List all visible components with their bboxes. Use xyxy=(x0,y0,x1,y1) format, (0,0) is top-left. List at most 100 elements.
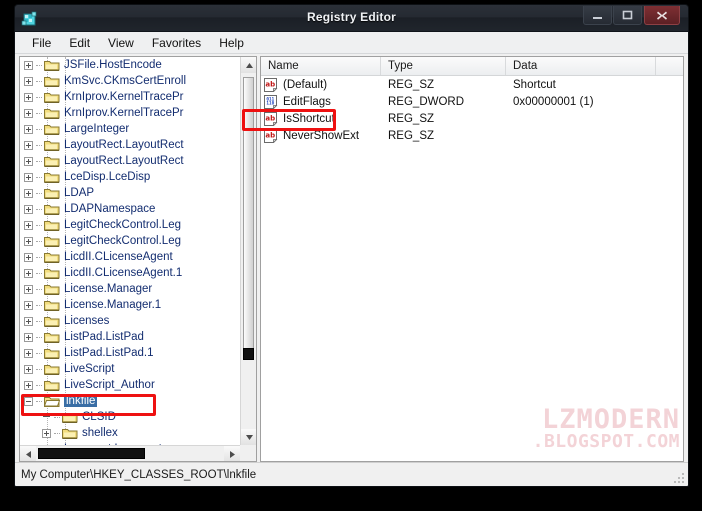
folder-icon xyxy=(44,187,60,200)
title-bar[interactable]: Registry Editor xyxy=(15,5,688,32)
expand-plus-icon[interactable] xyxy=(42,428,51,438)
tree-item-legitcheckcontrol-leg[interactable]: LegitCheckControl.Leg xyxy=(20,233,240,249)
registry-editor-window: Registry Editor File Edit View Favorites… xyxy=(14,4,689,487)
tree-item-krniprov-kerneltracepr[interactable]: KrnIprov.KernelTracePr xyxy=(20,89,240,105)
folder-icon xyxy=(44,91,60,104)
column-header-type[interactable]: Type xyxy=(381,57,506,75)
tree-item-legitcheckcontrol-leg[interactable]: LegitCheckControl.Leg xyxy=(20,217,240,233)
close-button[interactable] xyxy=(644,6,680,25)
expand-plus-icon[interactable] xyxy=(24,268,33,278)
tree-item-licdii-clicenseagent[interactable]: LicdII.CLicenseAgent xyxy=(20,249,240,265)
value-name-cell: ab (Default) xyxy=(261,77,381,92)
tree-item-clsid[interactable]: CLSID xyxy=(20,409,240,425)
folder-open-icon xyxy=(44,395,60,408)
expand-plus-icon[interactable] xyxy=(24,140,33,150)
column-header-blank[interactable] xyxy=(656,57,683,75)
tree-item-label: KrnIprov.KernelTracePr xyxy=(64,107,184,119)
value-row[interactable]: ab (Default) REG_SZ Shortcut xyxy=(261,76,683,93)
collapse-minus-icon[interactable] xyxy=(24,396,33,406)
tree-item-licdii-clicenseagent-1[interactable]: LicdII.CLicenseAgent.1 xyxy=(20,265,240,281)
scroll-left-arrow[interactable] xyxy=(20,446,36,461)
expand-plus-icon[interactable] xyxy=(24,252,33,262)
folder-icon xyxy=(44,283,60,296)
tree-item-jsfile-hostencode[interactable]: JSFile.HostEncode xyxy=(20,57,240,73)
expand-plus-icon[interactable] xyxy=(24,332,33,342)
tree-item-largeinteger[interactable]: LargeInteger xyxy=(20,121,240,137)
menu-item-file[interactable]: File xyxy=(23,34,60,52)
values-list[interactable]: ab (Default) REG_SZ Shortcut 011 110 EditFlags… xyxy=(261,76,683,144)
tree-connector xyxy=(36,144,42,146)
tree-item-license-manager[interactable]: License.Manager xyxy=(20,281,240,297)
scrollbar-corner xyxy=(240,445,256,461)
tree-item-krniprov-kerneltracepr[interactable]: KrnIprov.KernelTracePr xyxy=(20,105,240,121)
expand-plus-icon[interactable] xyxy=(24,284,33,294)
expand-plus-icon[interactable] xyxy=(24,316,33,326)
expand-plus-icon[interactable] xyxy=(24,108,33,118)
registry-tree[interactable]: JSFile.HostEncode KmSvc.CKmsCertEnroll Krn… xyxy=(20,57,240,445)
expand-plus-icon[interactable] xyxy=(24,76,33,86)
tree-item-licenses[interactable]: Licenses xyxy=(20,313,240,329)
tree-vertical-scrollbar[interactable] xyxy=(240,57,256,445)
tree-hscroll-thumb[interactable] xyxy=(38,448,145,459)
string-value-icon: ab xyxy=(264,111,279,126)
svg-text:ab: ab xyxy=(265,114,275,122)
expand-plus-icon[interactable] xyxy=(24,220,33,230)
value-row[interactable]: ab NeverShowExt REG_SZ xyxy=(261,127,683,144)
tree-item-layoutrect-layoutrect[interactable]: LayoutRect.LayoutRect xyxy=(20,153,240,169)
scroll-right-arrow[interactable] xyxy=(224,446,240,461)
resize-grip-icon[interactable] xyxy=(673,472,685,484)
expand-plus-icon[interactable] xyxy=(24,348,33,358)
tree-item-shellex[interactable]: shellex xyxy=(20,425,240,441)
registry-tree-pane[interactable]: JSFile.HostEncode KmSvc.CKmsCertEnroll Krn… xyxy=(19,56,257,462)
expand-plus-icon[interactable] xyxy=(24,236,33,246)
scroll-down-arrow[interactable] xyxy=(241,429,256,445)
tree-item-lcedisp-lcedisp[interactable]: LceDisp.LceDisp xyxy=(20,169,240,185)
expand-plus-icon[interactable] xyxy=(24,92,33,102)
tree-item-label: shellex xyxy=(82,427,118,439)
expand-plus-icon[interactable] xyxy=(24,172,33,182)
tree-item-ldapnamespace[interactable]: LDAPNamespace xyxy=(20,201,240,217)
tree-horizontal-scrollbar[interactable] xyxy=(20,445,240,461)
tree-item-layoutrect-layoutrect[interactable]: LayoutRect.LayoutRect xyxy=(20,137,240,153)
svg-text:110: 110 xyxy=(266,100,274,106)
column-header-name[interactable]: Name xyxy=(261,57,381,75)
value-data-cell: 0x00000001 (1) xyxy=(513,95,594,108)
menu-item-help[interactable]: Help xyxy=(210,34,253,52)
value-name-cell: ab NeverShowExt xyxy=(261,128,381,143)
tree-item-license-manager-1[interactable]: License.Manager.1 xyxy=(20,297,240,313)
expand-plus-icon[interactable] xyxy=(24,124,33,134)
maximize-button[interactable] xyxy=(613,6,642,25)
tree-item-kmsvc-ckmscertenroll[interactable]: KmSvc.CKmsCertEnroll xyxy=(20,73,240,89)
tree-connector xyxy=(36,160,42,162)
expand-plus-icon[interactable] xyxy=(24,60,33,70)
tree-scroll-thumb-marker[interactable] xyxy=(243,348,254,360)
tree-connector xyxy=(36,96,42,98)
value-row[interactable]: 011 110 EditFlags REG_DWORD 0x00000001 (1) xyxy=(261,93,683,110)
tree-item-label: License.Manager.1 xyxy=(64,299,162,311)
menu-item-edit[interactable]: Edit xyxy=(60,34,99,52)
tree-item-livescript[interactable]: LiveScript xyxy=(20,361,240,377)
value-row[interactable]: ab IsShortcut REG_SZ xyxy=(261,110,683,127)
tree-item-label: LDAPNamespace xyxy=(64,203,156,215)
tree-item-listpad-listpad[interactable]: ListPad.ListPad xyxy=(20,329,240,345)
tree-scroll-thumb[interactable] xyxy=(243,77,254,349)
expand-plus-icon[interactable] xyxy=(24,204,33,214)
value-name-cell: 011 110 EditFlags xyxy=(261,94,381,109)
scroll-up-arrow[interactable] xyxy=(241,57,256,73)
expand-plus-icon[interactable] xyxy=(24,156,33,166)
expand-plus-icon[interactable] xyxy=(24,380,33,390)
tree-item-lnkfile[interactable]: lnkfile xyxy=(20,393,240,409)
menu-item-view[interactable]: View xyxy=(99,34,143,52)
value-type-cell: REG_SZ xyxy=(388,129,435,142)
column-header-data[interactable]: Data xyxy=(506,57,656,75)
tree-item-ldap[interactable]: LDAP xyxy=(20,185,240,201)
expand-plus-icon[interactable] xyxy=(24,300,33,310)
expand-plus-icon[interactable] xyxy=(24,364,33,374)
expand-plus-icon[interactable] xyxy=(24,188,33,198)
tree-item-listpad-listpad-1[interactable]: ListPad.ListPad.1 xyxy=(20,345,240,361)
minimize-button[interactable] xyxy=(583,6,612,25)
tree-item-livescript-author[interactable]: LiveScript_Author xyxy=(20,377,240,393)
tree-connector xyxy=(36,320,42,322)
menu-item-favorites[interactable]: Favorites xyxy=(143,34,210,52)
registry-values-pane[interactable]: Name Type Data ab (Default) REG_SZ Shortcut… xyxy=(260,56,684,462)
